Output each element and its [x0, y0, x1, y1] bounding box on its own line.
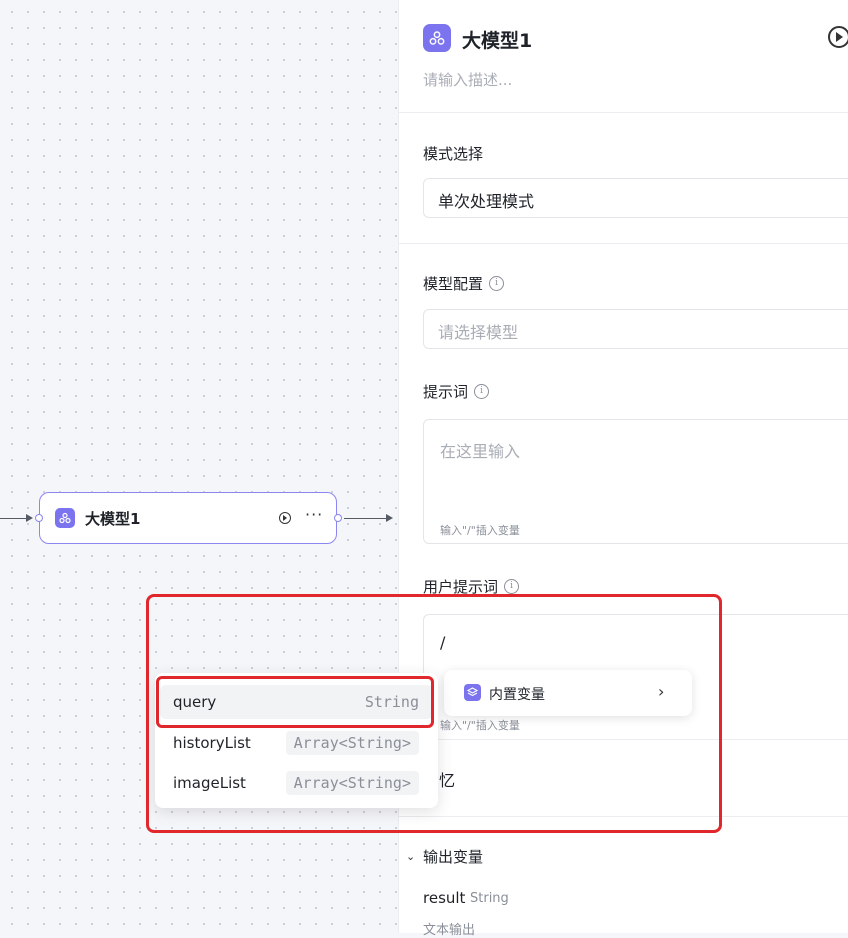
info-icon[interactable]: i [504, 579, 520, 594]
node-input-port[interactable] [35, 514, 43, 522]
llm-icon [55, 508, 75, 528]
more-icon[interactable]: ··· [305, 505, 323, 524]
prompt-textarea[interactable]: 在这里输入 输入"/"插入变量 [423, 419, 848, 544]
llm-icon [423, 24, 451, 52]
node-title: 大模型1 [85, 510, 141, 528]
info-icon[interactable]: i [489, 276, 505, 291]
run-icon[interactable] [828, 26, 848, 48]
incoming-edge-arrow [26, 514, 33, 522]
output-label[interactable]: 输出变量 [423, 846, 483, 867]
result-name: result [423, 889, 466, 907]
info-icon[interactable]: i [474, 384, 490, 399]
outgoing-edge-arrow [386, 514, 393, 522]
result-description: 文本输出 [423, 923, 476, 938]
divider [399, 112, 848, 113]
mode-value: 单次处理模式 [438, 192, 535, 211]
prompt-label: 提示词 i [423, 381, 490, 402]
mode-select[interactable]: 单次处理模式 [423, 178, 848, 218]
chevron-down-icon[interactable]: ⌄ [406, 850, 415, 863]
incoming-edge [0, 518, 28, 519]
llm-node[interactable]: 大模型1 ··· [39, 492, 337, 544]
model-select[interactable]: 请选择模型 [423, 309, 848, 349]
description-input[interactable]: 请输入描述... [423, 69, 512, 90]
prompt-placeholder: 在这里输入 [440, 442, 521, 461]
result-type: String [470, 891, 509, 906]
node-output-port[interactable] [334, 514, 342, 522]
model-placeholder: 请选择模型 [438, 323, 519, 342]
outgoing-edge [344, 518, 388, 519]
mode-label: 模式选择 [423, 145, 484, 163]
annotation-highlight-query [156, 676, 434, 728]
divider [399, 243, 848, 244]
panel-title: 大模型1 [462, 30, 533, 52]
model-config-label: 模型配置 i [423, 273, 505, 294]
prompt-hint: 输入"/"插入变量 [440, 524, 520, 537]
run-icon[interactable] [279, 512, 291, 524]
